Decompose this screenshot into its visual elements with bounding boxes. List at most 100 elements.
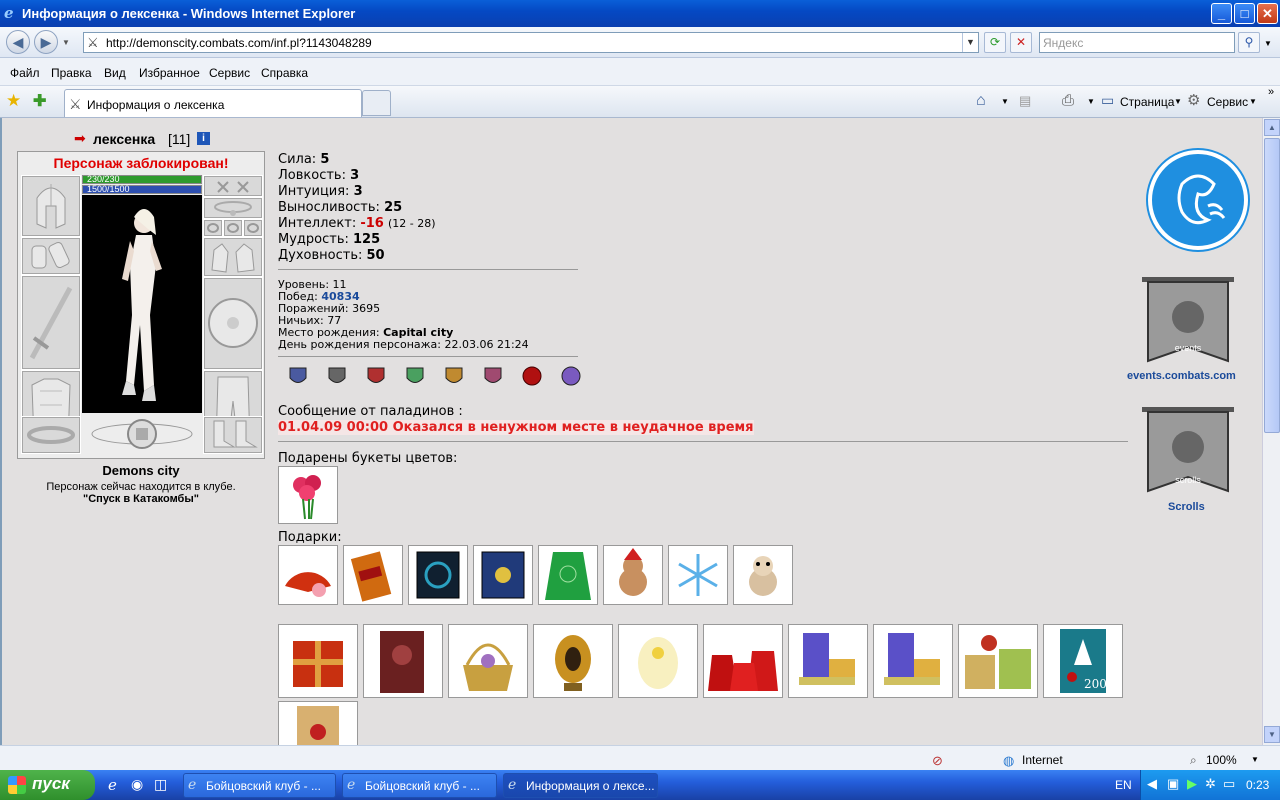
history-dropdown-icon[interactable]: ▼ [62,38,70,47]
taskbar-item-active[interactable]: e Информация о лексе... [503,773,658,798]
taskbar-item[interactable]: e Бойцовский клуб - ... [183,773,336,798]
toolbar-chevron-icon[interactable]: » [1268,86,1274,98]
gift-teddy-bear[interactable] [603,545,663,605]
search-options-icon[interactable]: ▼ [1264,39,1272,48]
address-dropdown-icon[interactable]: ▼ [962,33,978,52]
address-url[interactable]: http://demonscity.combats.com/inf.pl?114… [106,36,372,50]
menu-file[interactable]: Файл [10,66,40,80]
add-favorite-icon[interactable]: ✚ [33,91,46,111]
menu-edit[interactable]: Правка [51,66,92,80]
gift-stacked-boxes[interactable] [958,624,1038,698]
quicklaunch-ie-icon[interactable]: e [108,776,117,794]
tab-active[interactable]: ⚔ Информация о лексенка [64,89,362,117]
forward-button[interactable]: ▶ [34,30,58,54]
info-icon[interactable]: i [197,132,210,145]
taskbar-item[interactable]: e Бойцовский клуб - ... [342,773,497,798]
gift-snowflake[interactable] [668,545,728,605]
page-dropdown-icon[interactable]: ▼ [1174,97,1182,106]
tray-play-icon[interactable]: ▶ [1187,776,1197,792]
clan-emblem-icon[interactable] [326,365,348,387]
gift-new-year-card[interactable]: 2007 [1043,624,1123,698]
clan-emblem-icon[interactable] [560,365,582,387]
gift-paper-bag[interactable] [278,701,358,745]
slot-weapon[interactable] [21,275,81,370]
gift-egg-bow[interactable] [618,624,698,698]
slot-helmet[interactable] [21,175,81,237]
gift-red-bags[interactable] [703,624,783,698]
slot-shield[interactable] [203,277,263,370]
slot-boots[interactable] [203,416,263,454]
tray-expand-icon[interactable]: ◀ [1147,776,1157,792]
search-button[interactable]: ⚲ [1238,32,1260,53]
privacy-icon[interactable]: ⊘ [932,753,943,769]
print-dropdown-icon[interactable]: ▼ [1087,97,1095,106]
slot-bracers[interactable] [21,237,81,275]
clan-emblem-icon[interactable] [443,365,465,387]
tray-network-icon[interactable]: ▣ [1167,776,1179,792]
tools-menu-button[interactable]: Сервис [1207,95,1248,109]
gift-book-blue[interactable] [473,545,533,605]
menu-tools[interactable]: Сервис [209,66,250,80]
clan-emblem-icon[interactable] [287,365,309,387]
gift-green-cloak[interactable] [538,545,598,605]
scrolls-link[interactable]: Scrolls [1168,501,1205,513]
slot-amulet[interactable] [203,197,263,219]
zoom-dropdown-icon[interactable]: ▼ [1251,755,1259,764]
start-button[interactable]: пуск [0,770,95,800]
slot-ring-2[interactable] [223,219,243,237]
clan-emblem-icon[interactable] [521,365,543,387]
slot-belt[interactable] [21,416,81,454]
events-link[interactable]: events.combats.com [1127,370,1236,382]
gift-cow-toy[interactable] [733,545,793,605]
favorites-star-icon[interactable]: ★ [6,91,21,111]
stop-button[interactable]: ✕ [1010,32,1032,53]
slot-ring-1[interactable] [203,219,223,237]
gift-fan[interactable] [278,545,338,605]
menu-view[interactable]: Вид [104,66,126,80]
gift-basket[interactable] [448,624,528,698]
events-banner[interactable]: events [1138,275,1238,369]
menu-favorites[interactable]: Избранное [139,66,200,80]
slot-gloves[interactable] [203,237,263,277]
feeds-icon[interactable]: ▤ [1019,93,1031,109]
search-input[interactable]: Яндекс [1039,32,1235,53]
zoom-icon[interactable]: ⌕ [1190,753,1197,768]
tray-monitor-icon[interactable]: ▭ [1223,776,1235,792]
print-icon[interactable]: ⎙ [1062,92,1074,109]
scroll-thumb[interactable] [1264,138,1280,433]
gift-box-red[interactable] [278,624,358,698]
page-menu-button[interactable]: Страница [1120,95,1174,109]
vertical-scrollbar[interactable]: ▲ ▼ [1262,118,1280,745]
slot-earrings[interactable] [203,175,263,197]
gift-faberge-egg[interactable] [533,624,613,698]
clan-emblem-icon[interactable] [404,365,426,387]
gift-jar-coins[interactable] [788,624,868,698]
gift-jar-coins[interactable] [873,624,953,698]
scrolls-banner[interactable]: scrolls [1138,405,1238,499]
scroll-down-icon[interactable]: ▼ [1264,726,1280,743]
gift-card[interactable] [343,545,403,605]
minimize-button[interactable]: _ [1211,3,1232,24]
home-dropdown-icon[interactable]: ▼ [1001,97,1009,106]
scroll-up-icon[interactable]: ▲ [1264,119,1280,136]
tray-app-icon[interactable]: ✲ [1205,776,1216,792]
quicklaunch-media-icon[interactable]: ◉ [131,776,143,793]
flower-bouquet[interactable] [278,466,338,524]
gift-book-dark[interactable] [408,545,468,605]
back-button[interactable]: ◀ [6,30,30,54]
refresh-button[interactable]: ⟳ [984,32,1006,53]
clan-emblem-icon[interactable] [365,365,387,387]
gift-book-leather[interactable] [363,624,443,698]
maximize-button[interactable]: □ [1234,3,1255,24]
quicklaunch-app-icon[interactable]: ◫ [154,776,167,793]
clan-emblem-icon[interactable] [482,365,504,387]
slot-ring-3[interactable] [243,219,263,237]
close-button[interactable]: ✕ [1257,3,1278,24]
menu-help[interactable]: Справка [261,66,308,80]
address-bar[interactable]: ⚔ http://demonscity.combats.com/inf.pl?1… [83,32,979,53]
tools-dropdown-icon[interactable]: ▼ [1249,97,1257,106]
new-tab-button[interactable] [362,90,391,116]
language-indicator[interactable]: EN [1115,778,1132,792]
home-icon[interactable]: ⌂ [976,92,986,110]
zoom-level[interactable]: 100% [1206,753,1237,767]
